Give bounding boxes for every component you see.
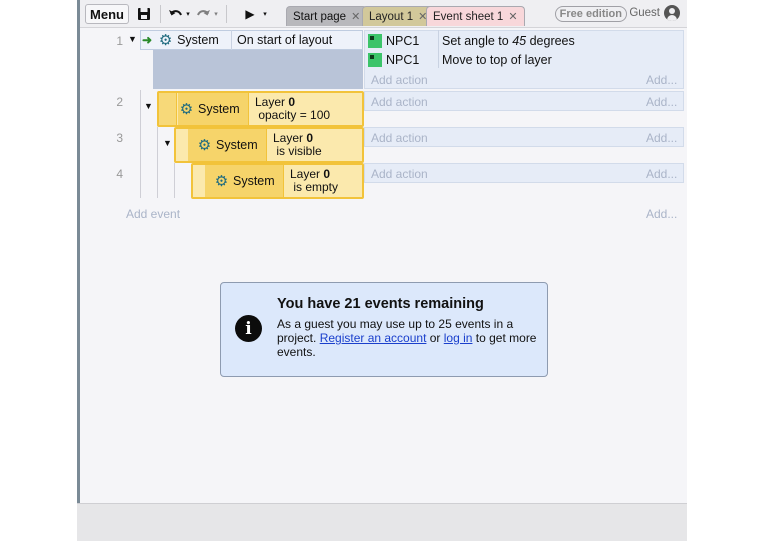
gear-icon: ⚙ <box>179 100 194 118</box>
info-icon: i <box>235 315 262 342</box>
add-action-link[interactable]: Add action <box>371 167 428 181</box>
collapse-arrow-icon[interactable]: ▼ <box>144 101 153 111</box>
tab-label: Event sheet 1 <box>433 10 504 23</box>
tab-event-sheet-1[interactable]: Event sheet 1 ✕ <box>426 6 525 26</box>
object-name: System <box>216 138 258 152</box>
gear-icon: ⚙ <box>197 136 212 154</box>
menu-button[interactable]: Menu <box>85 4 129 24</box>
toolbar: Menu ▾ ▾ ▶ ▾ Start page ✕ Layout 1 ✕ Eve… <box>80 0 687 28</box>
add-more-link[interactable]: Add... <box>646 95 677 109</box>
object-name: System <box>198 102 240 116</box>
tab-start-page[interactable]: Start page ✕ <box>286 6 368 26</box>
condition-text: Layer 0 is empty <box>290 167 339 194</box>
event-number: 3 <box>116 131 123 145</box>
events-remaining-notice: i You have 21 events remaining As a gues… <box>220 282 548 377</box>
object-name: System <box>233 174 275 188</box>
play-dropdown-icon[interactable]: ▾ <box>261 4 269 24</box>
event-sheet-editor: Menu ▾ ▾ ▶ ▾ Start page ✕ Layout 1 ✕ Eve… <box>77 0 687 541</box>
close-icon[interactable]: ✕ <box>351 10 360 23</box>
system-object: ⚙ System <box>179 100 240 118</box>
action-object: NPC1 <box>386 52 420 67</box>
system-object: ⚙ System <box>158 31 219 49</box>
tab-label: Layout 1 <box>369 10 414 23</box>
trigger-arrow-icon: ➜ <box>142 33 153 47</box>
status-bar <box>77 503 687 541</box>
object-name: System <box>177 33 219 47</box>
add-more-link[interactable]: Add... <box>646 131 677 145</box>
add-action-link[interactable]: Add action <box>371 73 428 87</box>
collapse-arrow-icon[interactable]: ▼ <box>163 138 172 148</box>
action-text-post: degrees <box>526 33 575 48</box>
condition-text: On start of layout <box>237 33 333 47</box>
close-icon[interactable]: ✕ <box>508 10 517 23</box>
add-event-link[interactable]: Add event <box>126 207 180 221</box>
add-more-link[interactable]: Add... <box>646 207 677 221</box>
event-number: 4 <box>116 167 123 181</box>
event-number: 1 <box>116 34 123 48</box>
condition-empty-area[interactable] <box>153 50 363 89</box>
tab-label: Start page <box>293 10 347 23</box>
event-number: 2 <box>116 95 123 109</box>
free-edition-badge[interactable]: Free edition <box>554 6 627 22</box>
condition-row[interactable]: ➜ ⚙ System <box>142 30 219 50</box>
sprite-icon <box>368 52 382 67</box>
gear-icon: ⚙ <box>158 31 173 49</box>
redo-dropdown-icon[interactable]: ▾ <box>212 4 220 24</box>
event-sheet: 1 ▼ ➜ ⚙ System On start of layout NPC1 S… <box>80 28 687 503</box>
action-row[interactable]: NPC1 Move to top of layer <box>368 50 552 69</box>
login-link[interactable]: log in <box>444 331 473 345</box>
action-text: Move to top of layer <box>442 52 552 67</box>
action-value: 45 <box>512 33 527 48</box>
notice-title: You have 21 events remaining <box>277 296 484 312</box>
undo-dropdown-icon[interactable]: ▾ <box>184 4 192 24</box>
play-icon[interactable]: ▶ <box>243 4 257 24</box>
condition-text: Layer 0 opacity = 100 <box>255 95 331 122</box>
condition-text: Layer 0 is visible <box>273 131 322 158</box>
redo-icon[interactable] <box>194 4 212 24</box>
sprite-icon <box>368 33 382 48</box>
add-action-link[interactable]: Add action <box>371 131 428 145</box>
action-text-pre: Set angle to <box>442 33 513 48</box>
notice-body: As a guest you may use up to 25 events i… <box>277 317 540 359</box>
user-icon[interactable] <box>664 5 680 21</box>
tab-layout-1[interactable]: Layout 1 ✕ <box>362 6 435 26</box>
register-link[interactable]: Register an account <box>320 331 427 345</box>
action-object: NPC1 <box>386 33 420 48</box>
action-row[interactable]: NPC1 Set angle to 45 degrees <box>368 31 575 50</box>
system-object: ⚙ System <box>197 136 258 154</box>
undo-icon[interactable] <box>166 4 184 24</box>
system-object: ⚙ System <box>214 172 275 190</box>
add-more-link[interactable]: Add... <box>646 167 677 181</box>
collapse-arrow-icon[interactable]: ▼ <box>128 34 137 44</box>
save-icon[interactable] <box>135 4 153 24</box>
guest-label: Guest <box>629 7 660 19</box>
add-more-link[interactable]: Add... <box>646 73 677 87</box>
gear-icon: ⚙ <box>214 172 229 190</box>
add-action-link[interactable]: Add action <box>371 95 428 109</box>
